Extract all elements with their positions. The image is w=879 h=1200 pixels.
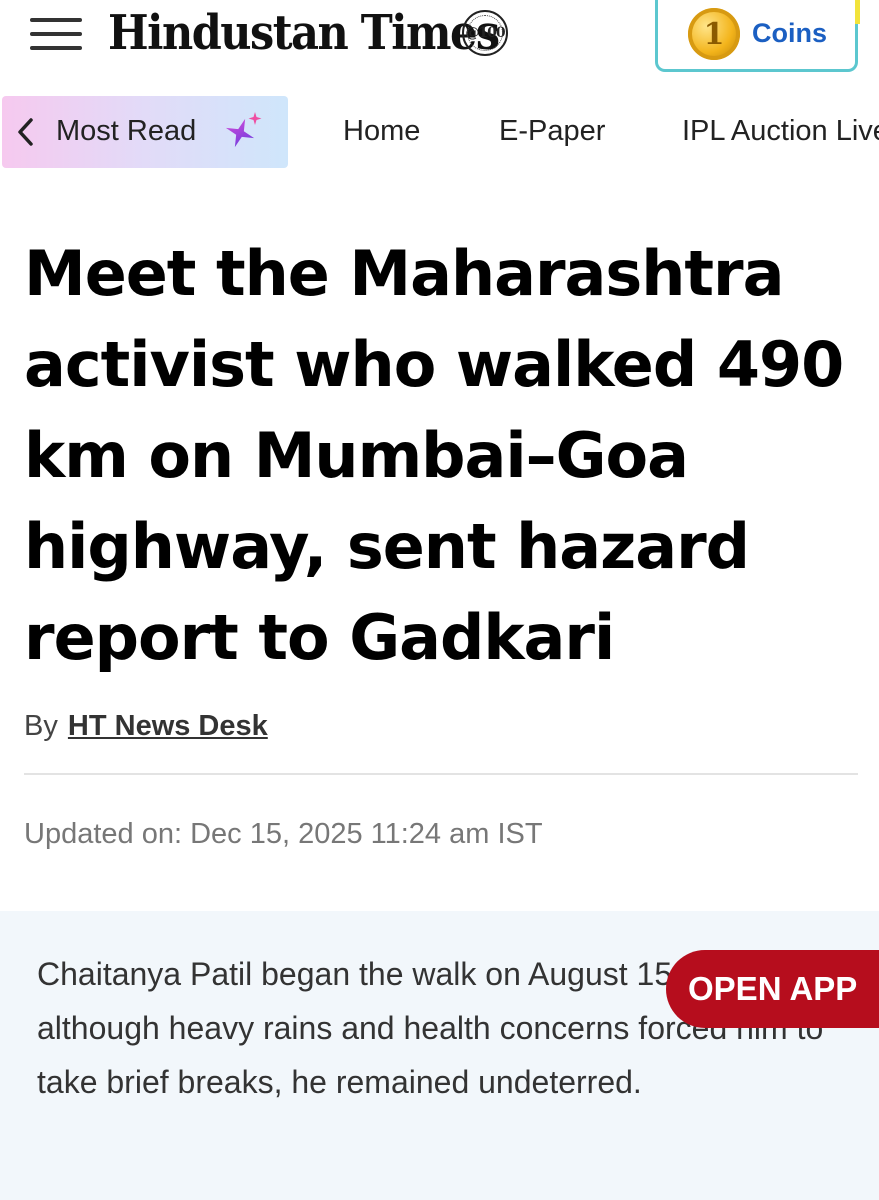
header: Hindustan Times @100 1 Coins <box>0 0 879 86</box>
coins-label: Coins <box>752 18 828 48</box>
centenary-badge-icon: @100 <box>462 10 508 56</box>
nav-item-home[interactable]: Home <box>343 115 420 148</box>
nav-bar: Most Read Home E-Paper IPL Auction Live <box>0 96 879 168</box>
most-read-button[interactable]: Most Read <box>2 96 288 168</box>
most-read-label: Most Read <box>56 115 197 147</box>
coins-button[interactable]: 1 Coins <box>655 0 860 72</box>
author-link[interactable]: HT News Desk <box>68 710 268 742</box>
open-app-button[interactable]: OPEN APP <box>666 950 879 1028</box>
article-headline: Meet the Maharashtra activist who walked… <box>24 237 844 674</box>
updated-timestamp: Updated on: Dec 15, 2025 11:24 am IST <box>24 818 543 850</box>
menu-icon[interactable] <box>30 12 84 56</box>
coin-icon: 1 <box>688 8 740 60</box>
byline-prefix: By <box>24 710 58 742</box>
divider <box>24 773 858 775</box>
site-logo[interactable]: Hindustan Times <box>108 6 500 61</box>
nav-item-epaper[interactable]: E-Paper <box>499 115 605 148</box>
centenary-badge-text: @100 <box>465 25 505 41</box>
nav-item-ipl-auction-live[interactable]: IPL Auction Live <box>682 115 879 148</box>
coin-digit: 1 <box>703 16 725 52</box>
chevron-left-icon <box>18 118 33 146</box>
byline: By HT News Desk <box>24 710 268 743</box>
sparkle-icon <box>225 112 262 148</box>
